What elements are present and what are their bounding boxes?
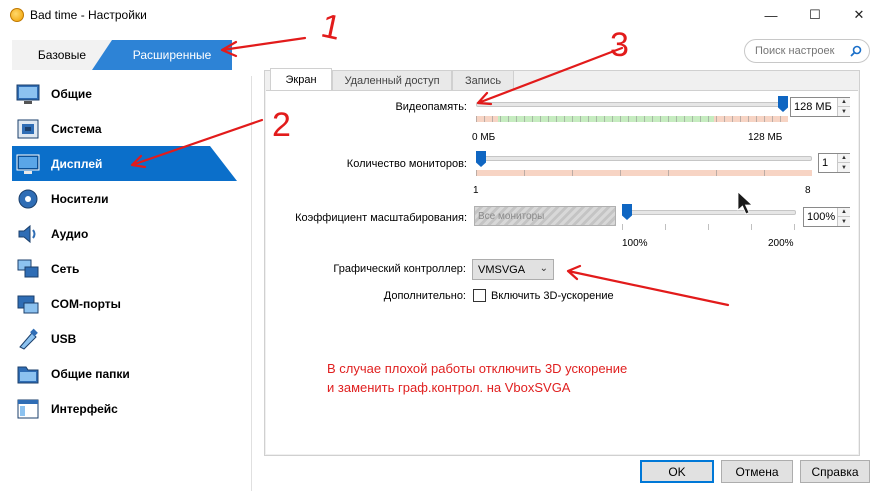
chevron-down-icon: ⌄ — [539, 263, 548, 274]
video-memory-ticks — [476, 116, 788, 122]
minimize-button[interactable]: — — [748, 0, 794, 30]
spin-down-icon[interactable]: ▼ — [838, 107, 850, 116]
audio-icon — [18, 224, 36, 243]
minimize-icon: — — [764, 7, 778, 23]
help-button[interactable]: Справка — [800, 460, 870, 483]
settings-search — [744, 39, 870, 63]
cancel-button[interactable]: Отмена — [721, 460, 793, 483]
video-memory-spinbox[interactable]: 128 МБ ▲ ▼ — [790, 97, 850, 117]
monitor-count-ticks — [476, 170, 812, 176]
sidebar-item-user-interface[interactable]: Интерфейс — [12, 391, 237, 426]
sidebar-item-system[interactable]: Система — [12, 111, 237, 146]
maximize-button[interactable]: ☐ — [792, 0, 838, 30]
scale-factor-slider-track[interactable] — [622, 210, 796, 215]
sidebar-item-label: Сеть — [51, 261, 80, 276]
sidebar-item-label: Носители — [51, 191, 109, 206]
display-icon — [16, 154, 40, 174]
window-title: Bad time - Настройки — [30, 8, 147, 22]
annotation-arrow-1 — [220, 36, 307, 58]
enable-3d-acceleration-checkbox[interactable] — [473, 289, 486, 302]
sidebar-item-label: Общие папки — [51, 366, 130, 381]
sidebar-item-label: Общие — [51, 86, 92, 101]
sidebar-item-usb[interactable]: USB — [12, 321, 237, 356]
scale-factor-max-label: 200% — [768, 238, 794, 249]
sidebar-item-label: COM-порты — [51, 296, 121, 311]
annotation-note-line1: В случае плохой работы отключить 3D уско… — [327, 361, 628, 376]
graphics-controller-label: Графический контроллер: — [333, 263, 466, 275]
sidebar-item-display[interactable]: Дисплей — [12, 146, 237, 181]
sidebar-item-label: Интерфейс — [51, 401, 118, 416]
spin-up-icon[interactable]: ▲ — [838, 154, 850, 163]
graphics-controller-select[interactable]: VMSVGA ⌄ — [472, 259, 554, 280]
annotation-note-line2: и заменить граф.контрол. на VboxSVGA — [327, 380, 571, 395]
spin-down-icon[interactable]: ▼ — [838, 163, 850, 172]
extended-features-label: Дополнительно: — [383, 290, 466, 302]
sidebar-item-serial-ports[interactable]: COM-порты — [12, 286, 237, 321]
title-bar: Bad time - Настройки — ☐ ✕ — [0, 0, 884, 30]
maximize-icon: ☐ — [809, 7, 821, 22]
close-button[interactable]: ✕ — [836, 0, 882, 30]
usb-icon — [19, 328, 38, 350]
spin-up-icon[interactable]: ▲ — [838, 98, 850, 107]
monitor-count-spinbox[interactable]: 1 ▲ ▼ — [818, 153, 850, 173]
network-icon — [17, 259, 39, 277]
sidebar-item-label: Система — [51, 121, 102, 136]
user-interface-icon — [17, 399, 39, 418]
storage-icon — [18, 189, 38, 208]
sidebar-item-shared-folders[interactable]: Общие папки — [12, 356, 237, 391]
ok-button[interactable]: OK — [640, 460, 714, 483]
mouse-cursor-icon — [737, 191, 754, 215]
video-memory-max-label: 128 МБ — [748, 132, 783, 143]
monitor-count-value: 1 — [822, 157, 829, 169]
spin-down-icon[interactable]: ▼ — [838, 217, 850, 226]
sidebar-item-label: Аудио — [51, 226, 89, 241]
settings-sidebar: Общие Система Дисплей Носители Аудио Сет… — [0, 76, 252, 491]
system-icon — [17, 119, 39, 138]
sidebar-item-label: USB — [51, 331, 77, 346]
enable-3d-acceleration-label[interactable]: Включить 3D-ускорение — [491, 290, 614, 302]
tab-screen[interactable]: Экран — [270, 68, 332, 90]
virtualbox-app-icon — [10, 8, 24, 22]
spin-up-icon[interactable]: ▲ — [838, 208, 850, 217]
scale-factor-value: 100% — [807, 211, 836, 223]
search-icon[interactable] — [850, 45, 862, 57]
monitor-count-min-label: 1 — [473, 185, 479, 196]
monitor-count-max-label: 8 — [805, 185, 811, 196]
sidebar-item-storage[interactable]: Носители — [12, 181, 237, 216]
general-icon — [16, 84, 40, 104]
annotation-mark-3: 3 — [610, 26, 629, 64]
video-memory-slider-track[interactable] — [476, 102, 788, 107]
sidebar-item-network[interactable]: Сеть — [12, 251, 237, 286]
video-memory-label: Видеопамять: — [395, 101, 467, 113]
scale-factor-ticks — [622, 224, 796, 230]
scale-factor-label: Коэффициент масштабирования: — [295, 212, 467, 224]
tab-advanced-mode[interactable]: Расширенные — [92, 40, 232, 70]
sidebar-item-general[interactable]: Общие — [12, 76, 237, 111]
close-icon: ✕ — [853, 7, 865, 22]
tab-recording[interactable]: Запись — [452, 70, 514, 90]
video-memory-value: 128 МБ — [794, 101, 832, 113]
scale-factor-spinbox[interactable]: 100% ▲ ▼ — [803, 207, 850, 227]
tab-remote-display[interactable]: Удаленный доступ — [332, 70, 452, 90]
monitor-count-slider-track[interactable] — [476, 156, 812, 161]
sidebar-item-label: Дисплей — [51, 156, 103, 171]
monitor-count-label: Количество мониторов: — [346, 158, 467, 170]
scale-monitor-combo: Все мониторы — [474, 206, 616, 226]
search-input[interactable] — [755, 43, 847, 59]
scale-factor-min-label: 100% — [622, 238, 648, 249]
video-memory-min-label: 0 МБ — [472, 132, 496, 143]
graphics-controller-value: VMSVGA — [478, 264, 526, 276]
annotation-note: В случае плохой работы отключить 3D уско… — [327, 359, 627, 397]
serial-ports-icon — [17, 295, 39, 313]
shared-folders-icon — [17, 366, 39, 383]
sidebar-item-audio[interactable]: Аудио — [12, 216, 237, 251]
